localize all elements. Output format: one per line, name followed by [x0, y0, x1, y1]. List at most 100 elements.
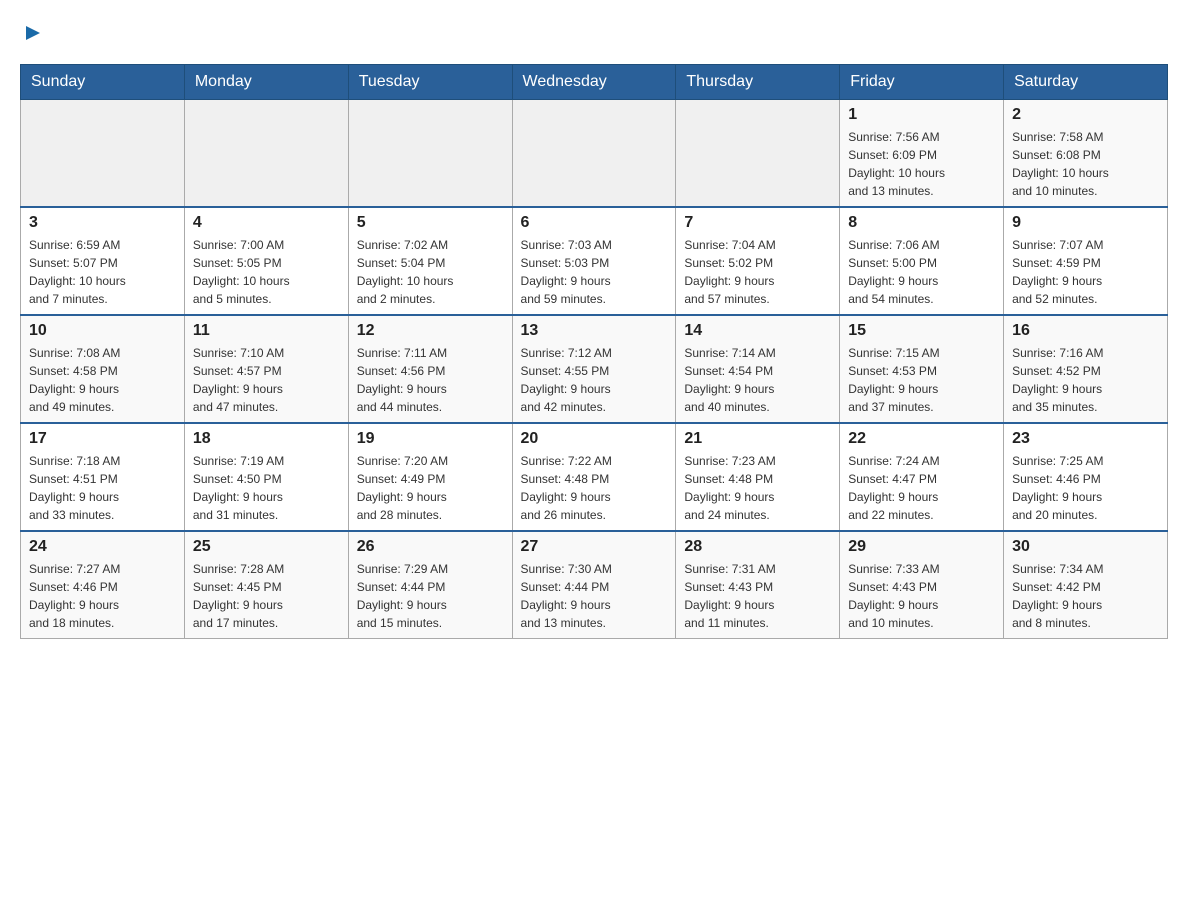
day-info: Sunrise: 7:33 AMSunset: 4:43 PMDaylight:…: [848, 560, 995, 632]
weekday-header-monday: Monday: [184, 65, 348, 100]
calendar-cell: [184, 100, 348, 208]
calendar-cell: 2 Sunrise: 7:58 AMSunset: 6:08 PMDaylight…: [1004, 100, 1168, 208]
calendar-cell: [348, 100, 512, 208]
calendar-cell: 18 Sunrise: 7:19 AMSunset: 4:50 PMDayligh…: [184, 423, 348, 531]
day-number: 1: [848, 106, 995, 124]
day-number: 14: [684, 322, 831, 340]
day-info: Sunrise: 7:15 AMSunset: 4:53 PMDaylight:…: [848, 344, 995, 416]
day-number: 17: [29, 430, 176, 448]
calendar-cell: 11 Sunrise: 7:10 AMSunset: 4:57 PMDayligh…: [184, 315, 348, 423]
calendar-cell: 19 Sunrise: 7:20 AMSunset: 4:49 PMDayligh…: [348, 423, 512, 531]
day-number: 11: [193, 322, 340, 340]
page-header: [20, 20, 1168, 44]
calendar-cell: 4 Sunrise: 7:00 AMSunset: 5:05 PMDaylight…: [184, 207, 348, 315]
day-info: Sunrise: 7:58 AMSunset: 6:08 PMDaylight:…: [1012, 128, 1159, 200]
calendar-cell: 3 Sunrise: 6:59 AMSunset: 5:07 PMDaylight…: [21, 207, 185, 315]
calendar-cell: 23 Sunrise: 7:25 AMSunset: 4:46 PMDayligh…: [1004, 423, 1168, 531]
calendar-cell: 26 Sunrise: 7:29 AMSunset: 4:44 PMDayligh…: [348, 531, 512, 639]
calendar-cell: 8 Sunrise: 7:06 AMSunset: 5:00 PMDaylight…: [840, 207, 1004, 315]
day-number: 27: [521, 538, 668, 556]
day-number: 8: [848, 214, 995, 232]
day-number: 6: [521, 214, 668, 232]
calendar-cell: 13Sunrise: 7:12 AMSunset: 4:55 PMDayligh…: [512, 315, 676, 423]
calendar-cell: 9Sunrise: 7:07 AMSunset: 4:59 PMDaylight…: [1004, 207, 1168, 315]
calendar-week-row: 17 Sunrise: 7:18 AMSunset: 4:51 PMDayligh…: [21, 423, 1168, 531]
calendar-cell: 17 Sunrise: 7:18 AMSunset: 4:51 PMDayligh…: [21, 423, 185, 531]
weekday-header-tuesday: Tuesday: [348, 65, 512, 100]
logo: [20, 20, 44, 44]
day-info: Sunrise: 7:34 AMSunset: 4:42 PMDaylight:…: [1012, 560, 1159, 632]
calendar-cell: 10Sunrise: 7:08 AMSunset: 4:58 PMDayligh…: [21, 315, 185, 423]
day-info: Sunrise: 7:18 AMSunset: 4:51 PMDaylight:…: [29, 452, 176, 524]
day-info: Sunrise: 7:14 AMSunset: 4:54 PMDaylight:…: [684, 344, 831, 416]
day-info: Sunrise: 7:23 AMSunset: 4:48 PMDaylight:…: [684, 452, 831, 524]
calendar-cell: [512, 100, 676, 208]
calendar-cell: 30 Sunrise: 7:34 AMSunset: 4:42 PMDayligh…: [1004, 531, 1168, 639]
calendar-header-row: SundayMondayTuesdayWednesdayThursdayFrid…: [21, 65, 1168, 100]
day-info: Sunrise: 7:12 AMSunset: 4:55 PMDaylight:…: [521, 344, 668, 416]
calendar-cell: 5Sunrise: 7:02 AMSunset: 5:04 PMDaylight…: [348, 207, 512, 315]
day-number: 2: [1012, 106, 1159, 124]
day-info: Sunrise: 7:10 AMSunset: 4:57 PMDaylight:…: [193, 344, 340, 416]
calendar-table: SundayMondayTuesdayWednesdayThursdayFrid…: [20, 64, 1168, 639]
calendar-cell: 25 Sunrise: 7:28 AMSunset: 4:45 PMDayligh…: [184, 531, 348, 639]
day-number: 4: [193, 214, 340, 232]
day-info: Sunrise: 7:22 AMSunset: 4:48 PMDaylight:…: [521, 452, 668, 524]
day-info: Sunrise: 7:56 AMSunset: 6:09 PMDaylight:…: [848, 128, 995, 200]
calendar-cell: 29 Sunrise: 7:33 AMSunset: 4:43 PMDayligh…: [840, 531, 1004, 639]
calendar-cell: 16 Sunrise: 7:16 AMSunset: 4:52 PMDayligh…: [1004, 315, 1168, 423]
calendar-cell: 27 Sunrise: 7:30 AMSunset: 4:44 PMDayligh…: [512, 531, 676, 639]
day-info: Sunrise: 7:16 AMSunset: 4:52 PMDaylight:…: [1012, 344, 1159, 416]
day-info: Sunrise: 7:03 AMSunset: 5:03 PMDaylight:…: [521, 236, 668, 308]
day-info: Sunrise: 7:06 AMSunset: 5:00 PMDaylight:…: [848, 236, 995, 308]
day-info: Sunrise: 7:20 AMSunset: 4:49 PMDaylight:…: [357, 452, 504, 524]
day-info: Sunrise: 7:08 AMSunset: 4:58 PMDaylight:…: [29, 344, 176, 416]
weekday-header-wednesday: Wednesday: [512, 65, 676, 100]
weekday-header-thursday: Thursday: [676, 65, 840, 100]
day-info: Sunrise: 6:59 AMSunset: 5:07 PMDaylight:…: [29, 236, 176, 308]
day-info: Sunrise: 7:00 AMSunset: 5:05 PMDaylight:…: [193, 236, 340, 308]
day-info: Sunrise: 7:30 AMSunset: 4:44 PMDaylight:…: [521, 560, 668, 632]
day-number: 30: [1012, 538, 1159, 556]
day-number: 20: [521, 430, 668, 448]
calendar-cell: 6 Sunrise: 7:03 AMSunset: 5:03 PMDaylight…: [512, 207, 676, 315]
day-number: 25: [193, 538, 340, 556]
day-number: 24: [29, 538, 176, 556]
day-number: 15: [848, 322, 995, 340]
day-info: Sunrise: 7:29 AMSunset: 4:44 PMDaylight:…: [357, 560, 504, 632]
day-number: 28: [684, 538, 831, 556]
day-number: 9: [1012, 214, 1159, 232]
calendar-cell: 22Sunrise: 7:24 AMSunset: 4:47 PMDayligh…: [840, 423, 1004, 531]
day-info: Sunrise: 7:27 AMSunset: 4:46 PMDaylight:…: [29, 560, 176, 632]
day-number: 19: [357, 430, 504, 448]
day-number: 3: [29, 214, 176, 232]
day-number: 16: [1012, 322, 1159, 340]
day-number: 18: [193, 430, 340, 448]
day-number: 29: [848, 538, 995, 556]
day-info: Sunrise: 7:25 AMSunset: 4:46 PMDaylight:…: [1012, 452, 1159, 524]
logo-arrow-icon: [22, 22, 44, 44]
weekday-header-saturday: Saturday: [1004, 65, 1168, 100]
day-number: 12: [357, 322, 504, 340]
day-info: Sunrise: 7:28 AMSunset: 4:45 PMDaylight:…: [193, 560, 340, 632]
day-number: 22: [848, 430, 995, 448]
day-info: Sunrise: 7:19 AMSunset: 4:50 PMDaylight:…: [193, 452, 340, 524]
day-number: 21: [684, 430, 831, 448]
calendar-cell: 12 Sunrise: 7:11 AMSunset: 4:56 PMDayligh…: [348, 315, 512, 423]
calendar-cell: [21, 100, 185, 208]
calendar-cell: 21 Sunrise: 7:23 AMSunset: 4:48 PMDayligh…: [676, 423, 840, 531]
day-info: Sunrise: 7:11 AMSunset: 4:56 PMDaylight:…: [357, 344, 504, 416]
calendar-cell: 1 Sunrise: 7:56 AMSunset: 6:09 PMDaylight…: [840, 100, 1004, 208]
weekday-header-friday: Friday: [840, 65, 1004, 100]
calendar-cell: 24 Sunrise: 7:27 AMSunset: 4:46 PMDayligh…: [21, 531, 185, 639]
calendar-week-row: 3 Sunrise: 6:59 AMSunset: 5:07 PMDaylight…: [21, 207, 1168, 315]
calendar-week-row: 1 Sunrise: 7:56 AMSunset: 6:09 PMDaylight…: [21, 100, 1168, 208]
calendar-cell: 20 Sunrise: 7:22 AMSunset: 4:48 PMDayligh…: [512, 423, 676, 531]
day-number: 23: [1012, 430, 1159, 448]
calendar-cell: [676, 100, 840, 208]
day-number: 26: [357, 538, 504, 556]
day-info: Sunrise: 7:04 AMSunset: 5:02 PMDaylight:…: [684, 236, 831, 308]
calendar-cell: 14 Sunrise: 7:14 AMSunset: 4:54 PMDayligh…: [676, 315, 840, 423]
day-info: Sunrise: 7:31 AMSunset: 4:43 PMDaylight:…: [684, 560, 831, 632]
weekday-header-sunday: Sunday: [21, 65, 185, 100]
